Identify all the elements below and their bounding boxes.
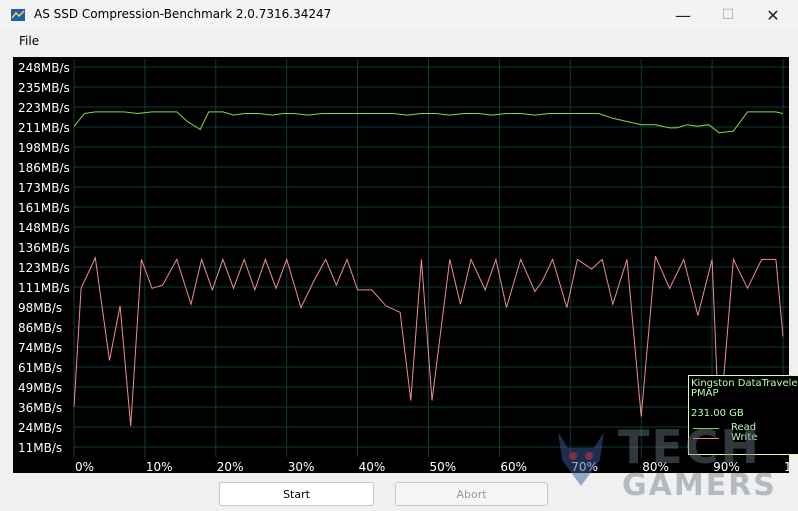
y-tick-label: 248MB/s xyxy=(18,61,70,75)
y-tick-label: 61MB/s xyxy=(18,361,62,375)
y-tick-label: 49MB/s xyxy=(18,381,62,395)
y-tick-label: 211MB/s xyxy=(18,121,70,135)
close-button[interactable]: ✕ xyxy=(750,0,796,30)
window-title: AS SSD Compression-Benchmark 2.0.7316.34… xyxy=(34,7,332,21)
legend-model: PMAP xyxy=(691,388,719,399)
abort-button[interactable]: Abort xyxy=(395,482,548,506)
y-tick-label: 111MB/s xyxy=(18,281,70,295)
benchmark-chart: 248MB/s 235MB/s 223MB/s 211MB/s 198MB/s 186MB… xyxy=(13,57,798,473)
x-tick-label: 30% xyxy=(288,460,315,473)
x-tick-label: 100% xyxy=(784,460,789,473)
maximize-button[interactable]: ☐ xyxy=(705,0,751,30)
y-tick-label: 136MB/s xyxy=(18,241,70,255)
x-tick-label: 50% xyxy=(430,460,457,473)
app-icon xyxy=(11,9,25,21)
x-tick-label: 10% xyxy=(146,460,173,473)
watermark-gamers: GAMERS xyxy=(622,468,777,503)
y-tick-label: 173MB/s xyxy=(18,181,70,195)
x-tick-label: 20% xyxy=(217,460,244,473)
y-tick-label: 198MB/s xyxy=(18,141,70,155)
title-bar: AS SSD Compression-Benchmark 2.0.7316.34… xyxy=(0,0,798,30)
menu-file[interactable]: File xyxy=(19,34,39,48)
y-tick-label: 36MB/s xyxy=(18,401,62,415)
y-tick-label: 148MB/s xyxy=(18,221,70,235)
x-tick-label: 0% xyxy=(75,460,94,473)
y-tick-label: 223MB/s xyxy=(18,101,70,115)
y-tick-label: 123MB/s xyxy=(18,261,70,275)
mascot-logo-icon xyxy=(558,432,604,486)
chart-svg: 248MB/s 235MB/s 223MB/s 211MB/s 198MB/s 186MB… xyxy=(18,59,789,473)
y-tick-label: 235MB/s xyxy=(18,81,70,95)
menu-bar: File xyxy=(0,30,798,54)
y-tick-label: 161MB/s xyxy=(18,201,70,215)
watermark-tech: TECH xyxy=(618,420,762,474)
y-tick-label: 74MB/s xyxy=(18,341,62,355)
legend-size: 231.00 GB xyxy=(691,408,744,419)
y-tick-label: 98MB/s xyxy=(18,301,62,315)
x-tick-label: 60% xyxy=(500,460,527,473)
x-tick-label: 40% xyxy=(359,460,386,473)
y-tick-label: 86MB/s xyxy=(18,321,62,335)
y-tick-label: 11MB/s xyxy=(18,441,62,455)
y-tick-label: 24MB/s xyxy=(18,421,62,435)
y-tick-label: 186MB/s xyxy=(18,161,70,175)
y-axis-labels: 248MB/s 235MB/s 223MB/s 211MB/s 198MB/s 186MB… xyxy=(18,61,70,455)
minimize-button[interactable]: — xyxy=(660,0,706,30)
start-button[interactable]: Start xyxy=(219,482,374,506)
